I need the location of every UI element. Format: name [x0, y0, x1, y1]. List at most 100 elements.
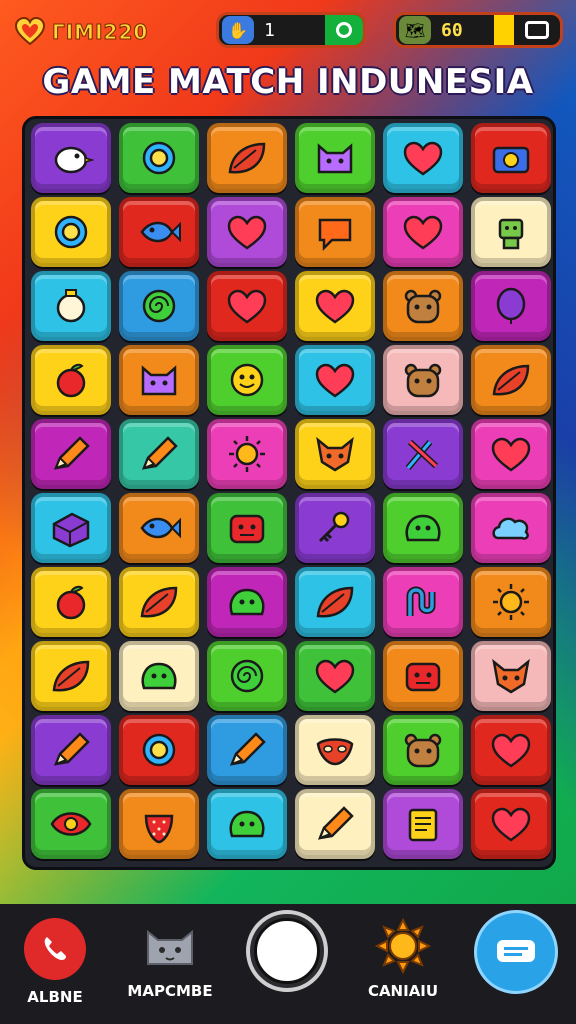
coin-counter-value: 60: [441, 19, 463, 41]
bottom-nav: ALBNE MAPCMBE CANIAIU: [0, 904, 576, 1024]
fish-icon: [140, 221, 181, 243]
heart-icon: [491, 437, 531, 472]
leaf-icon: [228, 142, 266, 174]
tile[interactable]: [207, 123, 287, 193]
tile[interactable]: [383, 345, 463, 415]
menu-icon[interactable]: [514, 15, 560, 45]
tile[interactable]: [295, 567, 375, 637]
heart-icon: [315, 659, 355, 694]
chat-button[interactable]: [474, 910, 558, 994]
tile[interactable]: [31, 641, 111, 711]
leaf-icon: [52, 660, 90, 692]
tile[interactable]: [383, 715, 463, 785]
tile[interactable]: [383, 271, 463, 341]
tile[interactable]: [207, 419, 287, 489]
top-bar: ΓΙΜΙ220 ✋ 1 🗺 60: [0, 10, 576, 54]
tile[interactable]: [471, 123, 551, 193]
tile[interactable]: [471, 567, 551, 637]
tile[interactable]: [119, 567, 199, 637]
monster-icon: [405, 662, 441, 692]
tile[interactable]: [471, 789, 551, 859]
tile[interactable]: [471, 345, 551, 415]
tile[interactable]: [471, 197, 551, 267]
tile[interactable]: [119, 641, 199, 711]
tile[interactable]: [295, 271, 375, 341]
tile[interactable]: [383, 567, 463, 637]
tile[interactable]: [383, 123, 463, 193]
cloud-icon: [492, 517, 529, 540]
tile[interactable]: [295, 345, 375, 415]
ring-icon: [142, 141, 176, 175]
tile[interactable]: [471, 641, 551, 711]
pencil-icon: [54, 732, 90, 766]
tile[interactable]: [207, 345, 287, 415]
heart-icon: [227, 289, 267, 324]
sun-icon: [375, 918, 431, 974]
tile[interactable]: [383, 789, 463, 859]
tile[interactable]: [207, 715, 287, 785]
heart-icon: [315, 289, 355, 324]
tile[interactable]: [471, 271, 551, 341]
tile[interactable]: [31, 345, 111, 415]
tile[interactable]: [31, 419, 111, 489]
tile[interactable]: [31, 567, 111, 637]
tile[interactable]: [207, 641, 287, 711]
tile[interactable]: [119, 271, 199, 341]
tile[interactable]: [207, 789, 287, 859]
tile[interactable]: [295, 123, 375, 193]
tile[interactable]: [119, 493, 199, 563]
play-button[interactable]: [246, 910, 328, 992]
bubble-icon: [318, 218, 352, 252]
tile[interactable]: [31, 789, 111, 859]
tile[interactable]: [383, 493, 463, 563]
spiral-icon: [230, 659, 264, 693]
tile[interactable]: [119, 419, 199, 489]
heart-icon: [403, 215, 443, 250]
tile[interactable]: [295, 789, 375, 859]
phone-icon: [24, 918, 86, 980]
tile[interactable]: [207, 493, 287, 563]
bear-icon: [404, 733, 442, 768]
level-counter[interactable]: ✋ 1: [216, 12, 366, 48]
tile[interactable]: [295, 419, 375, 489]
tile[interactable]: [31, 271, 111, 341]
brush-icon: [405, 439, 439, 470]
nav-canlau[interactable]: CANIAIU: [360, 918, 446, 1000]
tile[interactable]: [207, 567, 287, 637]
nav-mapcmbe[interactable]: MAPCMBE: [122, 918, 218, 1000]
scroll-icon: [408, 808, 438, 842]
tile[interactable]: [119, 123, 199, 193]
tile[interactable]: [119, 345, 199, 415]
tile[interactable]: [383, 641, 463, 711]
tile[interactable]: [471, 715, 551, 785]
apple-icon: [56, 363, 86, 398]
ring-icon: [325, 15, 363, 45]
nav-alone[interactable]: ALBNE: [22, 918, 88, 1006]
tile[interactable]: [31, 197, 111, 267]
tile[interactable]: [471, 493, 551, 563]
tile[interactable]: [295, 715, 375, 785]
tile[interactable]: [119, 715, 199, 785]
tile[interactable]: [119, 789, 199, 859]
heart-icon: [403, 141, 443, 176]
heart-icon: [491, 807, 531, 842]
strawberry-icon: [144, 814, 174, 844]
tile[interactable]: [207, 197, 287, 267]
tile[interactable]: [31, 715, 111, 785]
coin-counter[interactable]: 🗺 60: [393, 12, 563, 48]
tile[interactable]: [383, 419, 463, 489]
coin-meter: [494, 15, 514, 45]
tile[interactable]: [207, 271, 287, 341]
tile[interactable]: [31, 493, 111, 563]
tile[interactable]: [295, 493, 375, 563]
tile[interactable]: [295, 197, 375, 267]
face-icon: [230, 363, 264, 397]
tile[interactable]: [295, 641, 375, 711]
tile[interactable]: [31, 123, 111, 193]
tile[interactable]: [383, 197, 463, 267]
tile[interactable]: [471, 419, 551, 489]
pencil-icon: [318, 806, 354, 840]
tile[interactable]: [119, 197, 199, 267]
brand-text: ΓΙΜΙ220: [51, 20, 149, 45]
chat-icon: [474, 910, 558, 994]
